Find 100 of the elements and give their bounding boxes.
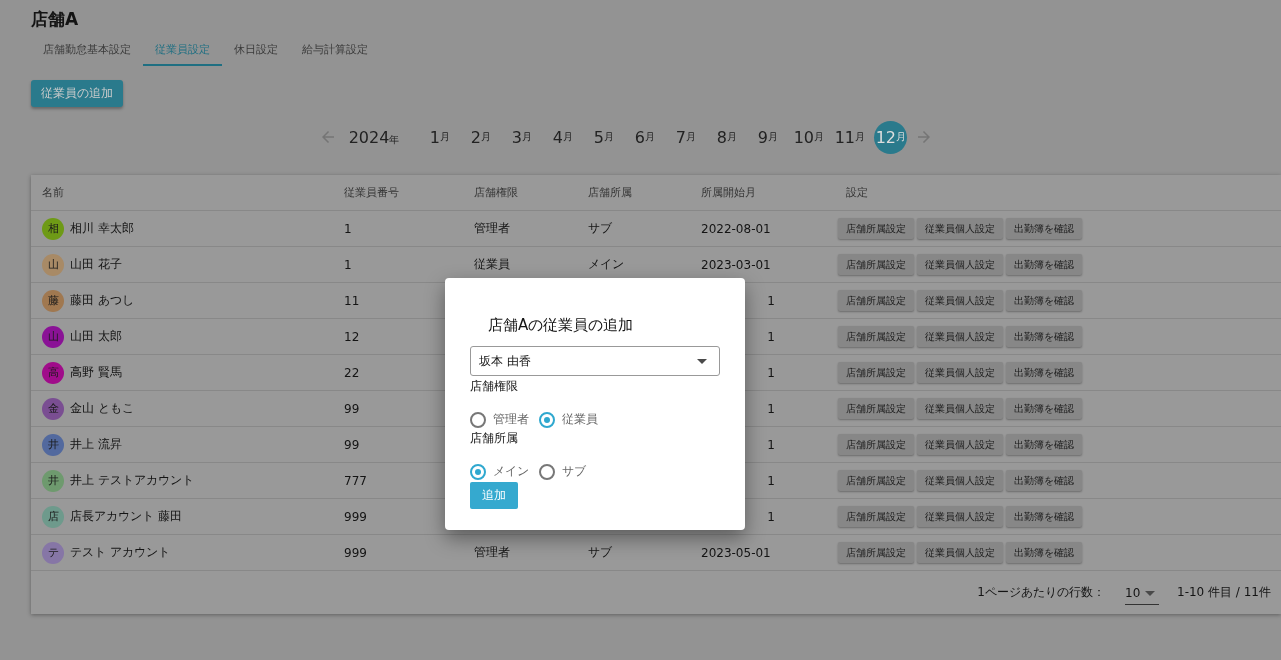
table-cell: 999 bbox=[344, 509, 367, 524]
table-cell: 井上 流昇 bbox=[70, 436, 122, 453]
action-button[interactable]: 従業員個人設定 bbox=[917, 434, 1003, 455]
radio-button[interactable] bbox=[539, 463, 555, 480]
action-button[interactable]: 店舗所属設定 bbox=[838, 218, 914, 239]
action-button[interactable]: 店舗所属設定 bbox=[838, 434, 914, 455]
table-cell: 山田 花子 bbox=[70, 256, 122, 273]
table-cell-text: 1 bbox=[766, 437, 775, 452]
column-header: 従業員番号 bbox=[344, 185, 399, 200]
tab[interactable]: 店舗勤怠基本設定 bbox=[31, 35, 143, 66]
action-button[interactable]: 店舗所属設定 bbox=[838, 290, 914, 311]
action-button[interactable]: 店舗所属設定 bbox=[838, 506, 914, 527]
radio-button[interactable] bbox=[539, 411, 555, 428]
action-button[interactable]: 従業員個人設定 bbox=[917, 542, 1003, 563]
avatar: 井 bbox=[42, 469, 64, 492]
action-button[interactable]: 出勤簿を確認 bbox=[1006, 434, 1082, 455]
table-cell: 金山 ともこ bbox=[70, 400, 134, 417]
radio-label: サブ bbox=[562, 463, 586, 480]
avatar: 高 bbox=[42, 361, 64, 384]
table-cell: 管理者 bbox=[474, 544, 510, 561]
action-button[interactable]: 出勤簿を確認 bbox=[1006, 218, 1082, 239]
radio-button[interactable] bbox=[470, 463, 486, 480]
table-cell: 22 bbox=[344, 365, 360, 380]
table-cell: 11 bbox=[344, 293, 360, 308]
employee-select[interactable]: 坂本 由香 bbox=[470, 346, 720, 376]
table-cell: 999 bbox=[344, 545, 367, 560]
table-cell: 井上 テストアカウント bbox=[70, 472, 194, 489]
action-button[interactable]: 従業員個人設定 bbox=[917, 470, 1003, 491]
action-button[interactable]: 出勤簿を確認 bbox=[1006, 398, 1082, 419]
action-button[interactable]: 従業員個人設定 bbox=[917, 398, 1003, 419]
avatar: 店 bbox=[42, 505, 64, 528]
radio-label: メイン bbox=[493, 463, 529, 480]
action-button[interactable]: 店舗所属設定 bbox=[838, 542, 914, 563]
avatar: 金 bbox=[42, 397, 64, 420]
table-cell-text: 2022-08-01 bbox=[701, 221, 772, 236]
action-button[interactable]: 従業員個人設定 bbox=[917, 218, 1003, 239]
table-cell: メイン bbox=[588, 256, 624, 273]
avatar: 井 bbox=[42, 433, 64, 456]
table-cell: 99 bbox=[344, 437, 360, 452]
action-button[interactable]: 従業員個人設定 bbox=[917, 290, 1003, 311]
avatar: 相 bbox=[42, 217, 64, 240]
action-button[interactable]: 出勤簿を確認 bbox=[1006, 362, 1082, 383]
column-header: 名前 bbox=[42, 185, 64, 200]
table-cell-text: 1 bbox=[766, 365, 775, 380]
table-cell: 1 bbox=[344, 221, 352, 236]
action-button[interactable]: 従業員個人設定 bbox=[917, 362, 1003, 383]
radio-label: 管理者 bbox=[493, 411, 529, 428]
action-button[interactable]: 従業員個人設定 bbox=[917, 254, 1003, 275]
table-cell: テスト アカウント bbox=[70, 544, 170, 561]
table-cell: 1 bbox=[344, 257, 352, 272]
table-cell-text: 2023-03-01 bbox=[701, 257, 772, 272]
action-button[interactable]: 出勤簿を確認 bbox=[1006, 290, 1082, 311]
avatar: テ bbox=[42, 541, 64, 564]
page-range: 1-10 件目 / 11件 bbox=[1177, 584, 1271, 601]
table-cell: 山田 太郎 bbox=[70, 328, 122, 345]
table-cell-text: 1 bbox=[766, 509, 775, 524]
year-button[interactable]: 2024年 bbox=[348, 127, 400, 147]
rows-per-page-select[interactable]: 10 bbox=[1125, 580, 1159, 605]
dialog-title: 店舗Aの従業員の追加 bbox=[487, 315, 635, 336]
table-cell: 高野 賢馬 bbox=[70, 364, 122, 381]
action-button[interactable]: 店舗所属設定 bbox=[838, 362, 914, 383]
table-cell: 管理者 bbox=[474, 220, 510, 237]
table-cell: サブ bbox=[588, 544, 612, 561]
radio-label: 従業員 bbox=[562, 411, 598, 428]
table-cell-text: 1 bbox=[766, 401, 775, 416]
table-cell-text: 1 bbox=[766, 329, 775, 344]
table-cell-text: 1 bbox=[766, 473, 775, 488]
action-button[interactable]: 出勤簿を確認 bbox=[1006, 506, 1082, 527]
table-cell: 店長アカウント 藤田 bbox=[70, 508, 182, 525]
table-cell-text: 2023-05-01 bbox=[701, 545, 772, 560]
table-cell: 12 bbox=[344, 329, 360, 344]
action-button[interactable]: 従業員個人設定 bbox=[917, 326, 1003, 347]
action-button[interactable]: 店舗所属設定 bbox=[838, 326, 914, 347]
caret-icon bbox=[1145, 590, 1155, 596]
table-cell-text: 1 bbox=[766, 293, 775, 308]
action-button[interactable]: 従業員個人設定 bbox=[917, 506, 1003, 527]
caret-icon bbox=[697, 358, 707, 364]
table-cell: 99 bbox=[344, 401, 360, 416]
action-button[interactable]: 出勤簿を確認 bbox=[1006, 542, 1082, 563]
table-cell: 777 bbox=[344, 473, 367, 488]
radio-button[interactable] bbox=[470, 411, 486, 428]
rows-per-page-label: 1ページあたりの行数： bbox=[977, 584, 1105, 601]
avatar: 山 bbox=[42, 253, 64, 276]
action-button[interactable]: 店舗所属設定 bbox=[838, 470, 914, 491]
action-button[interactable]: 店舗所属設定 bbox=[838, 254, 914, 275]
tab[interactable]: 給与計算設定 bbox=[290, 35, 380, 66]
add-button[interactable]: 追加 bbox=[470, 482, 518, 509]
column-header: 店舗所属 bbox=[588, 185, 632, 200]
action-button[interactable]: 出勤簿を確認 bbox=[1006, 470, 1082, 491]
group-label: 店舗所属 bbox=[470, 430, 519, 447]
add-employee-button[interactable]: 従業員の追加 bbox=[31, 80, 123, 107]
page-title: 店舗A bbox=[31, 8, 80, 31]
table-cell: サブ bbox=[588, 220, 612, 237]
action-button[interactable]: 出勤簿を確認 bbox=[1006, 254, 1082, 275]
tab[interactable]: 休日設定 bbox=[222, 35, 290, 66]
avatar: 藤 bbox=[42, 289, 64, 312]
avatar: 山 bbox=[42, 325, 64, 348]
table-cell: 藤田 あつし bbox=[70, 292, 134, 309]
action-button[interactable]: 出勤簿を確認 bbox=[1006, 326, 1082, 347]
action-button[interactable]: 店舗所属設定 bbox=[838, 398, 914, 419]
